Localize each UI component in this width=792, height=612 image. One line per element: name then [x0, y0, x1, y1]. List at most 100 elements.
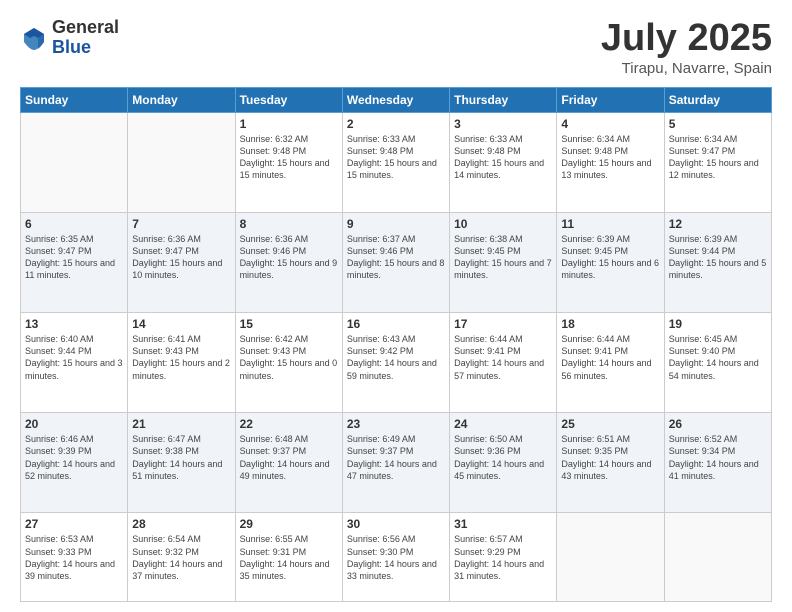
- th-wednesday: Wednesday: [342, 87, 449, 112]
- logo-blue: Blue: [52, 38, 119, 58]
- day-number: 19: [669, 317, 767, 331]
- day-number: 21: [132, 417, 230, 431]
- day-info: Sunrise: 6:39 AM Sunset: 9:45 PM Dayligh…: [561, 233, 659, 282]
- th-saturday: Saturday: [664, 87, 771, 112]
- table-row: [557, 513, 664, 602]
- logo-general: General: [52, 18, 119, 38]
- table-row: 28Sunrise: 6:54 AM Sunset: 9:32 PM Dayli…: [128, 513, 235, 602]
- table-row: 20 Sunrise: 6:46 AM Sunset: 9:39 PM Dayli…: [21, 413, 128, 513]
- day-number: 17: [454, 317, 552, 331]
- day-number: 8: [240, 217, 338, 231]
- day-number: 7: [132, 217, 230, 231]
- day-number: 2: [347, 117, 445, 131]
- day-number: 11: [561, 217, 659, 231]
- day-info: Sunrise: 6:36 AM Sunset: 9:46 PM Dayligh…: [240, 233, 338, 282]
- day-info: Sunrise: 6:51 AM Sunset: 9:35 PM Dayligh…: [561, 433, 659, 482]
- logo-icon: [20, 24, 48, 52]
- location-subtitle: Tirapu, Navarre, Spain: [601, 60, 772, 77]
- day-info: Sunrise: 6:42 AM Sunset: 9:43 PM Dayligh…: [240, 333, 338, 382]
- day-number: 10: [454, 217, 552, 231]
- calendar-week-row: 1Sunrise: 6:32 AM Sunset: 9:48 PM Daylig…: [21, 112, 772, 212]
- calendar-week-row: 13 Sunrise: 6:40 AM Sunset: 9:44 PM Dayli…: [21, 313, 772, 413]
- day-number: 18: [561, 317, 659, 331]
- table-row: 3 Sunrise: 6:33 AM Sunset: 9:48 PM Daylig…: [450, 112, 557, 212]
- table-row: 11 Sunrise: 6:39 AM Sunset: 9:45 PM Dayli…: [557, 212, 664, 312]
- table-row: 26 Sunrise: 6:52 AM Sunset: 9:34 PM Dayli…: [664, 413, 771, 513]
- day-info: Sunrise: 6:56 AM Sunset: 9:30 PM Dayligh…: [347, 533, 445, 582]
- day-number: 20: [25, 417, 123, 431]
- th-monday: Monday: [128, 87, 235, 112]
- th-sunday: Sunday: [21, 87, 128, 112]
- th-tuesday: Tuesday: [235, 87, 342, 112]
- table-row: 24 Sunrise: 6:50 AM Sunset: 9:36 PM Dayli…: [450, 413, 557, 513]
- table-row: 31Sunrise: 6:57 AM Sunset: 9:29 PM Dayli…: [450, 513, 557, 602]
- day-number: 24: [454, 417, 552, 431]
- day-info: Sunrise: 6:48 AM Sunset: 9:37 PM Dayligh…: [240, 433, 338, 482]
- calendar-week-row: 6 Sunrise: 6:35 AM Sunset: 9:47 PM Daylig…: [21, 212, 772, 312]
- header: General Blue July 2025 Tirapu, Navarre, …: [20, 18, 772, 77]
- day-info: Sunrise: 6:55 AM Sunset: 9:31 PM Dayligh…: [240, 533, 338, 582]
- day-info: Sunrise: 6:44 AM Sunset: 9:41 PM Dayligh…: [454, 333, 552, 382]
- table-row: 22 Sunrise: 6:48 AM Sunset: 9:37 PM Dayli…: [235, 413, 342, 513]
- day-number: 4: [561, 117, 659, 131]
- table-row: 21Sunrise: 6:47 AM Sunset: 9:38 PM Dayli…: [128, 413, 235, 513]
- day-info: Sunrise: 6:38 AM Sunset: 9:45 PM Dayligh…: [454, 233, 552, 282]
- table-row: 8 Sunrise: 6:36 AM Sunset: 9:46 PM Daylig…: [235, 212, 342, 312]
- day-number: 26: [669, 417, 767, 431]
- calendar-week-row: 27 Sunrise: 6:53 AM Sunset: 9:33 PM Dayli…: [21, 513, 772, 602]
- day-info: Sunrise: 6:34 AM Sunset: 9:48 PM Dayligh…: [561, 133, 659, 182]
- day-info: Sunrise: 6:40 AM Sunset: 9:44 PM Dayligh…: [25, 333, 123, 382]
- day-number: 27: [25, 517, 123, 531]
- table-row: [664, 513, 771, 602]
- table-row: 2Sunrise: 6:33 AM Sunset: 9:48 PM Daylig…: [342, 112, 449, 212]
- table-row: 23 Sunrise: 6:49 AM Sunset: 9:37 PM Dayli…: [342, 413, 449, 513]
- day-number: 6: [25, 217, 123, 231]
- table-row: 29 Sunrise: 6:55 AM Sunset: 9:31 PM Dayli…: [235, 513, 342, 602]
- day-info: Sunrise: 6:34 AM Sunset: 9:47 PM Dayligh…: [669, 133, 767, 182]
- day-number: 25: [561, 417, 659, 431]
- table-row: 19Sunrise: 6:45 AM Sunset: 9:40 PM Dayli…: [664, 313, 771, 413]
- day-info: Sunrise: 6:44 AM Sunset: 9:41 PM Dayligh…: [561, 333, 659, 382]
- table-row: 1Sunrise: 6:32 AM Sunset: 9:48 PM Daylig…: [235, 112, 342, 212]
- day-number: 13: [25, 317, 123, 331]
- day-info: Sunrise: 6:49 AM Sunset: 9:37 PM Dayligh…: [347, 433, 445, 482]
- table-row: 7Sunrise: 6:36 AM Sunset: 9:47 PM Daylig…: [128, 212, 235, 312]
- th-friday: Friday: [557, 87, 664, 112]
- table-row: 14Sunrise: 6:41 AM Sunset: 9:43 PM Dayli…: [128, 313, 235, 413]
- table-row: 30Sunrise: 6:56 AM Sunset: 9:30 PM Dayli…: [342, 513, 449, 602]
- calendar-table: Sunday Monday Tuesday Wednesday Thursday…: [20, 87, 772, 602]
- day-number: 15: [240, 317, 338, 331]
- day-number: 12: [669, 217, 767, 231]
- day-number: 3: [454, 117, 552, 131]
- day-number: 29: [240, 517, 338, 531]
- day-number: 22: [240, 417, 338, 431]
- table-row: 4 Sunrise: 6:34 AM Sunset: 9:48 PM Daylig…: [557, 112, 664, 212]
- day-number: 23: [347, 417, 445, 431]
- day-info: Sunrise: 6:52 AM Sunset: 9:34 PM Dayligh…: [669, 433, 767, 482]
- table-row: 12 Sunrise: 6:39 AM Sunset: 9:44 PM Dayli…: [664, 212, 771, 312]
- day-info: Sunrise: 6:39 AM Sunset: 9:44 PM Dayligh…: [669, 233, 767, 282]
- table-row: 27 Sunrise: 6:53 AM Sunset: 9:33 PM Dayli…: [21, 513, 128, 602]
- day-info: Sunrise: 6:46 AM Sunset: 9:39 PM Dayligh…: [25, 433, 123, 482]
- table-row: 16Sunrise: 6:43 AM Sunset: 9:42 PM Dayli…: [342, 313, 449, 413]
- table-row: [128, 112, 235, 212]
- day-info: Sunrise: 6:37 AM Sunset: 9:46 PM Dayligh…: [347, 233, 445, 282]
- day-info: Sunrise: 6:50 AM Sunset: 9:36 PM Dayligh…: [454, 433, 552, 482]
- table-row: 15 Sunrise: 6:42 AM Sunset: 9:43 PM Dayli…: [235, 313, 342, 413]
- day-number: 14: [132, 317, 230, 331]
- day-number: 16: [347, 317, 445, 331]
- day-info: Sunrise: 6:35 AM Sunset: 9:47 PM Dayligh…: [25, 233, 123, 282]
- day-info: Sunrise: 6:33 AM Sunset: 9:48 PM Dayligh…: [454, 133, 552, 182]
- day-info: Sunrise: 6:32 AM Sunset: 9:48 PM Dayligh…: [240, 133, 338, 182]
- calendar-week-row: 20 Sunrise: 6:46 AM Sunset: 9:39 PM Dayli…: [21, 413, 772, 513]
- logo-text: General Blue: [52, 18, 119, 58]
- logo: General Blue: [20, 18, 119, 58]
- day-info: Sunrise: 6:53 AM Sunset: 9:33 PM Dayligh…: [25, 533, 123, 582]
- table-row: 9Sunrise: 6:37 AM Sunset: 9:46 PM Daylig…: [342, 212, 449, 312]
- table-row: 6 Sunrise: 6:35 AM Sunset: 9:47 PM Daylig…: [21, 212, 128, 312]
- table-row: 18 Sunrise: 6:44 AM Sunset: 9:41 PM Dayli…: [557, 313, 664, 413]
- day-info: Sunrise: 6:54 AM Sunset: 9:32 PM Dayligh…: [132, 533, 230, 582]
- table-row: 17 Sunrise: 6:44 AM Sunset: 9:41 PM Dayli…: [450, 313, 557, 413]
- calendar-header-row: Sunday Monday Tuesday Wednesday Thursday…: [21, 87, 772, 112]
- table-row: [21, 112, 128, 212]
